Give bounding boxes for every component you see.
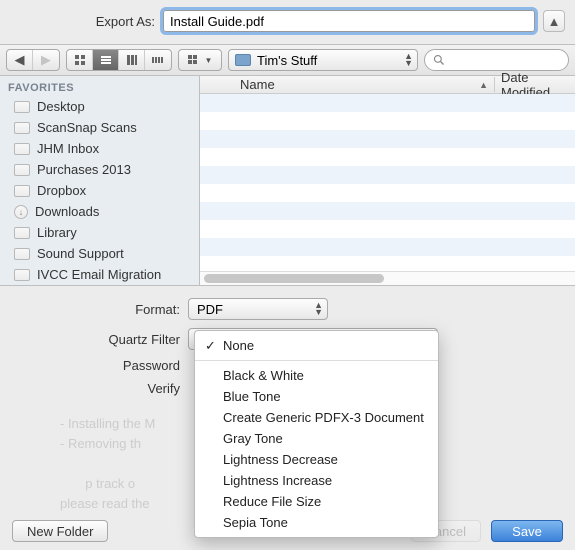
- location-name: Tim's Stuff: [257, 53, 317, 68]
- horizontal-scrollbar[interactable]: [200, 271, 575, 285]
- folder-icon: [14, 164, 30, 176]
- view-switcher: [66, 49, 172, 71]
- format-label: Format:: [60, 302, 180, 317]
- sidebar-item-ivcc[interactable]: IVCC Email Migration: [0, 264, 199, 285]
- scrollbar-thumb[interactable]: [204, 274, 384, 283]
- folder-icon: [14, 248, 30, 260]
- format-popup[interactable]: PDF ▲▼: [188, 298, 328, 320]
- triangle-up-icon: ▲: [548, 14, 561, 29]
- menu-item-bw[interactable]: Black & White: [195, 365, 438, 386]
- sidebar-item-downloads[interactable]: ↓Downloads: [0, 201, 199, 222]
- updown-arrows-icon: ▲▼: [404, 53, 413, 67]
- view-icon-grid[interactable]: [67, 50, 93, 70]
- sort-asc-icon: ▲: [479, 80, 488, 90]
- forward-button[interactable]: ▶: [33, 50, 59, 70]
- view-columns[interactable]: [119, 50, 145, 70]
- sidebar-item-sound[interactable]: Sound Support: [0, 243, 199, 264]
- sidebar-item-scansnap[interactable]: ScanSnap Scans: [0, 117, 199, 138]
- menu-item-lightinc[interactable]: Lightness Increase: [195, 470, 438, 491]
- quartz-filter-menu: None Black & White Blue Tone Create Gene…: [194, 330, 439, 538]
- export-filename-input[interactable]: [163, 10, 535, 32]
- menu-item-graytone[interactable]: Gray Tone: [195, 428, 438, 449]
- location-popup[interactable]: Tim's Stuff ▲▼: [228, 49, 418, 71]
- disclosure-toggle[interactable]: ▲: [543, 10, 565, 32]
- verify-label: Verify: [60, 381, 180, 396]
- updown-arrows-icon: ▲▼: [314, 302, 323, 316]
- download-icon: ↓: [14, 205, 28, 219]
- sidebar-item-desktop[interactable]: Desktop: [0, 96, 199, 117]
- arrange-popup[interactable]: ▼: [178, 49, 222, 71]
- search-icon: [433, 54, 445, 66]
- back-button[interactable]: ◀: [7, 50, 33, 70]
- folder-icon: [14, 227, 30, 239]
- menu-item-bluetone[interactable]: Blue Tone: [195, 386, 438, 407]
- save-button[interactable]: Save: [491, 520, 563, 542]
- menu-item-reduce[interactable]: Reduce File Size: [195, 491, 438, 512]
- sidebar-item-library[interactable]: Library: [0, 222, 199, 243]
- folder-icon: [14, 101, 30, 113]
- folder-icon: [14, 269, 30, 281]
- nav-back-forward: ◀ ▶: [6, 49, 60, 71]
- sidebar-item-purchases[interactable]: Purchases 2013: [0, 159, 199, 180]
- view-coverflow[interactable]: [145, 50, 171, 70]
- column-headers: Name▲ Date Modified: [200, 76, 575, 94]
- search-field[interactable]: [424, 49, 569, 71]
- sidebar-item-jhm[interactable]: JHM Inbox: [0, 138, 199, 159]
- new-folder-button[interactable]: New Folder: [12, 520, 108, 542]
- sidebar-item-dropbox[interactable]: Dropbox: [0, 180, 199, 201]
- menu-item-lightdec[interactable]: Lightness Decrease: [195, 449, 438, 470]
- menu-item-sepia[interactable]: Sepia Tone: [195, 512, 438, 533]
- quartz-filter-label: Quartz Filter: [60, 332, 180, 347]
- view-list[interactable]: [93, 50, 119, 70]
- menu-item-none[interactable]: None: [195, 335, 438, 356]
- menu-item-pdfx3[interactable]: Create Generic PDFX-3 Document: [195, 407, 438, 428]
- sidebar: FAVORITES Desktop ScanSnap Scans JHM Inb…: [0, 76, 200, 285]
- folder-icon: [14, 122, 30, 134]
- folder-icon: [14, 143, 30, 155]
- folder-icon: [235, 54, 251, 66]
- file-list[interactable]: [200, 94, 575, 271]
- export-as-label: Export As:: [10, 14, 155, 29]
- password-label: Password: [60, 358, 180, 373]
- sidebar-header: FAVORITES: [0, 76, 199, 96]
- folder-icon: [14, 185, 30, 197]
- column-name[interactable]: Name▲: [200, 77, 495, 92]
